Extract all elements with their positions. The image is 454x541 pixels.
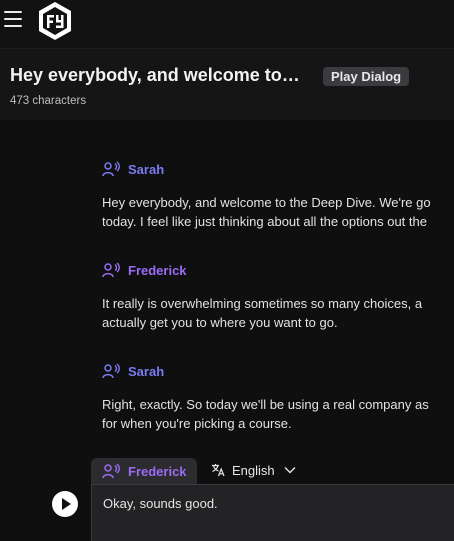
speaker-label[interactable]: Sarah: [102, 159, 454, 179]
chevron-down-icon: [284, 467, 296, 474]
speaker-label[interactable]: Sarah: [102, 361, 454, 381]
dialog-text[interactable]: Right, exactly. So today we'll be using …: [102, 395, 454, 433]
hamburger-icon[interactable]: [4, 11, 22, 27]
dialog-text-line: for when you're picking a course.: [102, 416, 292, 431]
top-bar: [0, 0, 454, 48]
language-dropdown[interactable]: English: [211, 460, 296, 480]
speaker-voice-icon: [102, 363, 120, 379]
speaker-voice-icon: [102, 262, 120, 278]
dialog-line[interactable]: Frederick It really is overwhelming some…: [102, 260, 454, 332]
speaker-voice-icon: [102, 463, 120, 479]
dialog-text-line: actually get you to where you want to go…: [102, 315, 338, 330]
speaker-name: Sarah: [128, 363, 165, 379]
dialog-text-line: Right, exactly. So today we'll be using …: [102, 397, 429, 412]
speaker-name: Sarah: [128, 161, 165, 177]
play-icon: [62, 498, 71, 510]
language-label: English: [232, 462, 275, 478]
dialog-line[interactable]: Sarah Right, exactly. So today we'll be …: [102, 361, 454, 433]
speaker-name: Frederick: [128, 463, 187, 479]
dialog-list: Sarah Hey everybody, and welcome to the …: [0, 120, 454, 541]
speaker-select-tab[interactable]: Frederick: [91, 458, 197, 484]
dialog-line[interactable]: Sarah Hey everybody, and welcome to the …: [102, 159, 454, 231]
dialog-text-line: It really is overwhelming sometimes so m…: [102, 296, 423, 311]
dialog-text[interactable]: Hey everybody, and welcome to the Deep D…: [102, 193, 454, 231]
dialog-text-line: today. I feel like just thinking about a…: [102, 214, 427, 229]
translate-icon: [212, 464, 225, 477]
speaker-voice-icon: [102, 161, 120, 177]
speaker-name: Frederick: [128, 262, 187, 278]
dialog-title: Hey everybody, and welcome to…: [10, 65, 300, 85]
play-dialog-button[interactable]: Play Dialog: [323, 67, 410, 86]
dialog-text[interactable]: It really is overwhelming sometimes so m…: [102, 294, 454, 332]
dialog-text-line: Hey everybody, and welcome to the Deep D…: [102, 195, 431, 210]
play-line-button[interactable]: [52, 491, 78, 517]
line-editor[interactable]: Okay, sounds good.: [91, 484, 454, 541]
speaker-label[interactable]: Frederick: [102, 260, 454, 280]
character-count: 473 characters: [10, 95, 87, 107]
logo-icon[interactable]: [37, 1, 73, 41]
line-editor-text[interactable]: Okay, sounds good.: [103, 496, 218, 511]
dialog-header: Hey everybody, and welcome to… Play Dial…: [0, 48, 454, 121]
